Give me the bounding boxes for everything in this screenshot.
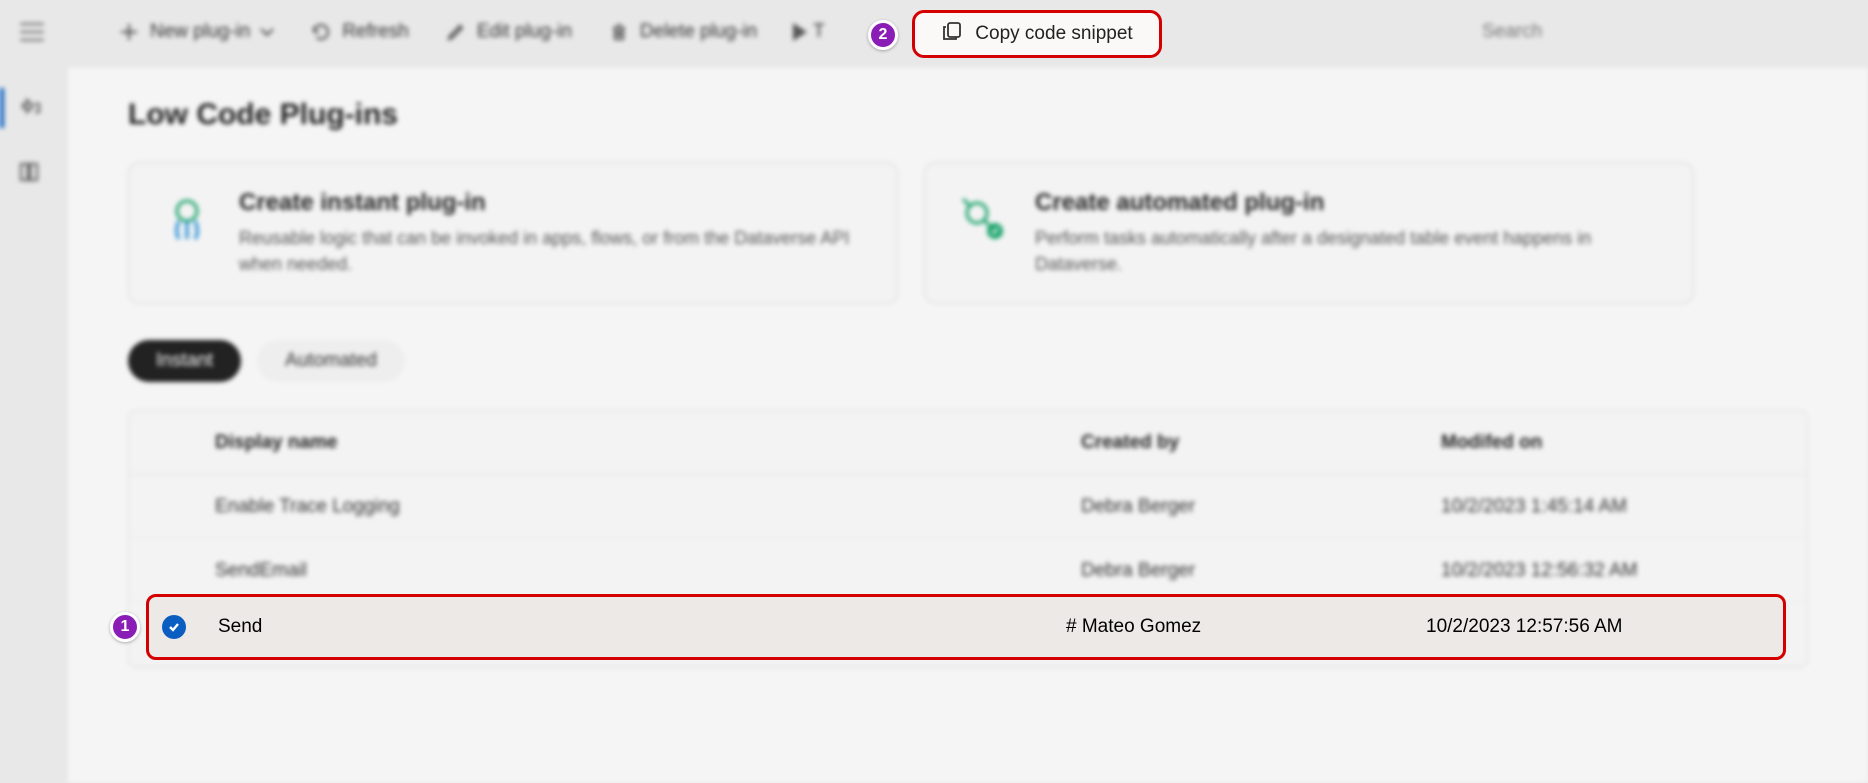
col-created-by[interactable]: Created by [1081,432,1441,454]
plus-icon [118,21,140,43]
page-title: Low Code Plug-ins [128,98,1808,132]
chevron-down-icon [260,21,274,43]
instant-card-desc: Reusable logic that can be invoked in ap… [239,225,869,277]
cards-row: Create instant plug-in Reusable logic th… [128,162,1808,304]
col-display-name[interactable]: Display name [215,432,1081,454]
table-row-selected[interactable]: Send # Mateo Gomez 10/2/2023 12:57:56 AM [146,594,1786,660]
table-row[interactable]: Enable Trace Logging Debra Berger 10/2/2… [129,475,1807,539]
cell-modified: 10/2/2023 12:57:56 AM [1426,616,1786,638]
tabs: Instant Automated [128,340,1808,382]
cell-created: Debra Berger [1081,560,1441,582]
rail-secondary-icon[interactable] [0,152,58,192]
automated-icon [953,189,1013,249]
copy-label: Copy code snippet [975,23,1132,45]
new-plugin-label: New plug-in [150,21,250,43]
rail-plugins-icon[interactable] [0,88,58,128]
automated-card-title: Create automated plug-in [1035,189,1665,217]
cell-name: SendEmail [215,560,1081,582]
create-instant-card[interactable]: Create instant plug-in Reusable logic th… [128,162,898,304]
edit-icon [445,21,467,43]
col-modified-on[interactable]: Modifed on [1441,432,1801,454]
check-icon[interactable] [162,615,186,639]
cell-created: Debra Berger [1081,496,1441,518]
refresh-label: Refresh [342,21,409,43]
search-input[interactable] [1468,13,1848,51]
table-header: Display name Created by Modifed on [129,411,1807,475]
automated-card-desc: Perform tasks automatically after a desi… [1035,225,1665,277]
refresh-icon [310,21,332,43]
refresh-button[interactable]: Refresh [298,15,421,49]
cell-name: Send [218,616,1066,638]
instant-card-title: Create instant plug-in [239,189,869,217]
content-area: Low Code Plug-ins Create instant plug-in… [68,68,1868,783]
copy-icon [941,20,963,48]
test-label: T [813,21,825,43]
edit-label: Edit plug-in [477,21,572,43]
instant-icon [157,189,217,249]
new-plugin-button[interactable]: New plug-in [106,15,286,49]
play-icon [793,23,807,41]
left-rail [0,78,58,192]
hamburger-icon[interactable] [20,23,44,41]
cell-name: Enable Trace Logging [215,496,1081,518]
copy-code-snippet-button[interactable]: Copy code snippet [912,10,1162,58]
cell-modified: 10/2/2023 12:56:32 AM [1441,560,1801,582]
tab-automated[interactable]: Automated [257,340,405,382]
tab-instant[interactable]: Instant [128,340,241,382]
cell-modified: 10/2/2023 1:45:14 AM [1441,496,1801,518]
edit-plugin-button[interactable]: Edit plug-in [433,15,584,49]
cell-created: # Mateo Gomez [1066,616,1426,638]
create-automated-card[interactable]: Create automated plug-in Perform tasks a… [924,162,1694,304]
trash-icon [608,21,630,43]
delete-plugin-button[interactable]: Delete plug-in [596,15,769,49]
delete-label: Delete plug-in [640,21,757,43]
test-button[interactable]: T [781,15,837,49]
